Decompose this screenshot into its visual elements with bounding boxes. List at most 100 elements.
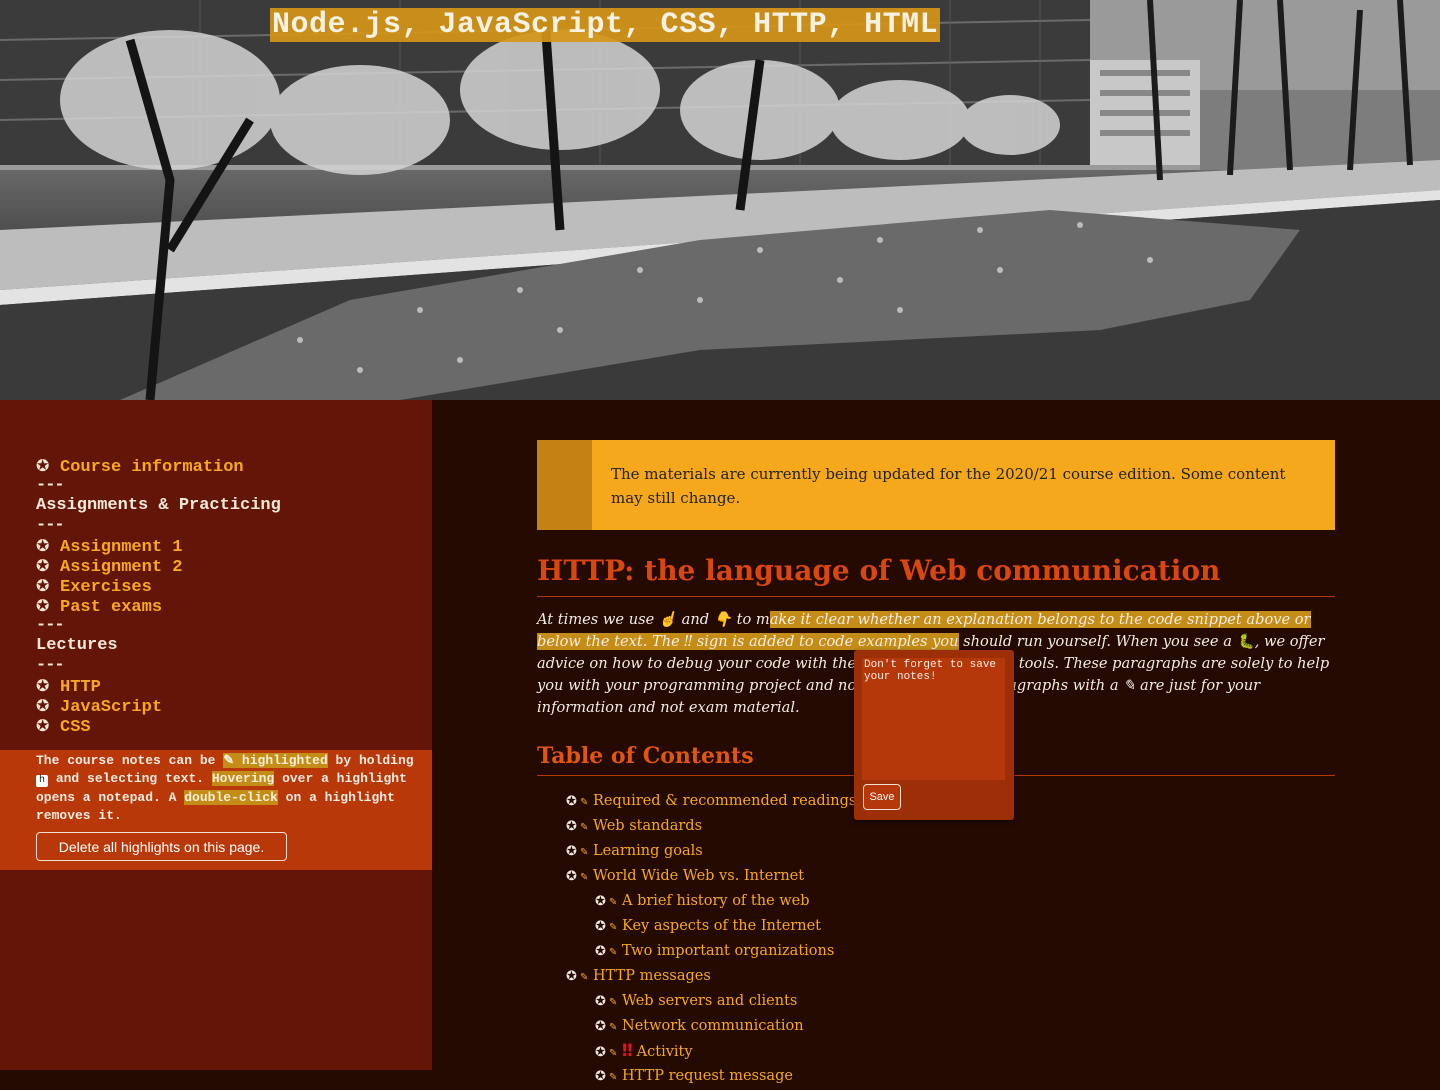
toc-bullet-icon: ✪ [595,1019,606,1034]
sidebar-item-past-exams[interactable]: ✪ Past exams [36,596,416,617]
toc-item[interactable]: ✪ ✎ Network communication [537,1015,1335,1040]
campus-photo [0,0,1440,400]
toc-item[interactable]: ✪ ✎ HTTP messages [537,965,1335,990]
toc-bullet-icon: ✪ [595,919,606,934]
toc-link[interactable]: HTTP request message [622,1068,793,1084]
nav-bullet-icon: ✪ [36,676,50,695]
intro-text: to m [731,611,770,628]
sidebar-item-label[interactable]: HTTP [60,678,101,697]
page-title: HTTP: the language of Web communication [537,554,1221,587]
toc-bullet-icon: ✪ [566,794,577,809]
toc-link[interactable]: A brief history of the web [622,893,810,909]
toc-item[interactable]: ✪ ✎ A brief history of the web [537,890,1335,915]
toc-bullet-icon: ✪ [595,1045,606,1060]
pointing-up-icon: ☝ [658,611,678,628]
nav-separator: --- [36,616,416,636]
update-notice: The materials are currently being update… [537,440,1335,530]
nav-separator: --- [36,516,416,536]
notepad-save-button[interactable]: Save [863,784,901,810]
separator-text: --- [36,656,65,675]
table-of-contents: ✪ ✎ Required & recommended readings and ac… [537,790,1335,1090]
highlight-help-text: The course notes can be ✎ highlighted by… [36,752,416,825]
sidebar-item-label[interactable]: JavaScript [60,698,162,717]
toc-link[interactable]: Two important organizations [622,943,834,959]
hero-banner: Node.js, JavaScript, CSS, HTTP, HTML [0,0,1440,400]
sidebar-item-css[interactable]: ✪ CSS [36,716,416,737]
toc-link[interactable]: HTTP messages [593,968,711,984]
pin-icon: ✎ [609,1072,618,1083]
toc-item[interactable]: ✪ ✎ Two important organizations [537,940,1335,965]
toc-item[interactable]: ✪ ✎ Learning goals [537,840,1335,865]
sidebar-item-label[interactable]: Assignment 1 [60,538,182,557]
highlight-help-panel: The course notes can be ✎ highlighted by… [0,750,432,870]
delete-highlights-button[interactable]: Delete all highlights on this page. [36,832,287,861]
toc-bullet-icon: ✪ [595,894,606,909]
sidebar-item-javascript[interactable]: ✪ JavaScript [36,696,416,717]
pin-icon: ✎ [580,822,589,833]
help-text-part: and selecting text. [48,771,212,787]
sidebar-nav: ✪ Course information --- Assignments & Prac… [36,456,416,737]
highlight-notepad: Don't forget to save your notes! Save [854,650,1014,820]
nav-bullet-icon: ✪ [36,556,50,575]
section-heading-text: Lectures [36,636,118,655]
toc-bullet-icon: ✪ [595,994,606,1009]
intro-text: At times we use [537,611,659,628]
pin-icon: ✎ [1123,677,1136,694]
toc-item[interactable]: ✪ ✎ World Wide Web vs. Internet [537,865,1335,890]
toc-item[interactable]: ✪ ✎ Key aspects of the Internet [537,915,1335,940]
toc-item[interactable]: ✪ ✎ HTTP request message [537,1065,1335,1090]
site-title[interactable]: Node.js, JavaScript, CSS, HTTP, HTML [270,8,941,42]
sidebar-item-label[interactable]: Past exams [60,598,162,617]
toc-item[interactable]: ✪ ✎ Web servers and clients [537,990,1335,1015]
pin-icon: ✎ [609,1022,618,1033]
sidebar-item-label[interactable]: Course information [60,458,244,477]
sidebar-item-label[interactable]: Assignment 2 [60,558,182,577]
toc-item[interactable]: ✪ ✎ ‼ Activity [537,1040,1335,1065]
separator-text: --- [36,516,65,535]
notice-accent-bar [537,440,592,530]
sidebar-item-label[interactable]: Exercises [60,578,152,597]
toc-bullet-icon: ✪ [566,844,577,859]
pin-icon: ✎ [580,972,589,983]
toc-link[interactable]: Network communication [622,1018,804,1034]
sidebar: ✪ Course information --- Assignments & Prac… [0,400,432,1070]
sidebar-item-exercises[interactable]: ✪ Exercises [36,576,416,597]
toc-bullet-icon: ✪ [595,944,606,959]
title-divider [537,596,1335,597]
nav-bullet-icon: ✪ [36,576,50,595]
toc-bullet-icon: ✪ [566,969,577,984]
toc-link[interactable]: Learning goals [593,843,703,859]
sidebar-item-course-information[interactable]: ✪ Course information [36,456,416,477]
sidebar-item-assignment-1[interactable]: ✪ Assignment 1 [36,536,416,557]
toc-link[interactable]: Activity [637,1044,693,1060]
intro-text: and [677,611,714,628]
nav-bullet-icon: ✪ [36,456,50,475]
pin-icon: ✎ [580,872,589,883]
key-h: h [36,775,49,788]
pin-icon: ✎ [609,897,618,908]
nav-separator: --- [36,476,416,496]
help-text-part: The course notes can be [36,753,224,768]
toc-link[interactable]: Web servers and clients [622,993,797,1009]
sidebar-item-label[interactable]: CSS [60,718,91,737]
double-click-example: double-click [184,789,278,805]
nav-separator: --- [36,656,416,676]
run-code-icon: ‼ [622,1041,633,1061]
pin-icon: ✎ [609,947,618,958]
nav-bullet-icon: ✪ [36,696,50,715]
highlight-example: ✎ highlighted [223,753,328,768]
sidebar-item-assignment-2[interactable]: ✪ Assignment 2 [36,556,416,577]
pin-icon: ✎ [580,797,589,808]
pin-icon: ✎ [609,997,618,1008]
bug-icon: 🐛 [1236,633,1255,650]
toc-link[interactable]: Web standards [593,818,702,834]
sidebar-item-http[interactable]: ✪ HTTP [36,676,416,697]
nav-section-heading: Lectures [36,636,416,656]
pin-icon: ✎ [609,922,618,933]
nav-section-heading: Assignments & Practicing [36,496,416,516]
toc-link[interactable]: World Wide Web vs. Internet [593,868,804,884]
notice-text: The materials are currently being update… [611,465,1286,507]
notepad-placeholder: Don't forget to save your notes! [864,659,997,683]
toc-link[interactable]: Key aspects of the Internet [622,918,821,934]
nav-bullet-icon: ✪ [36,536,50,555]
